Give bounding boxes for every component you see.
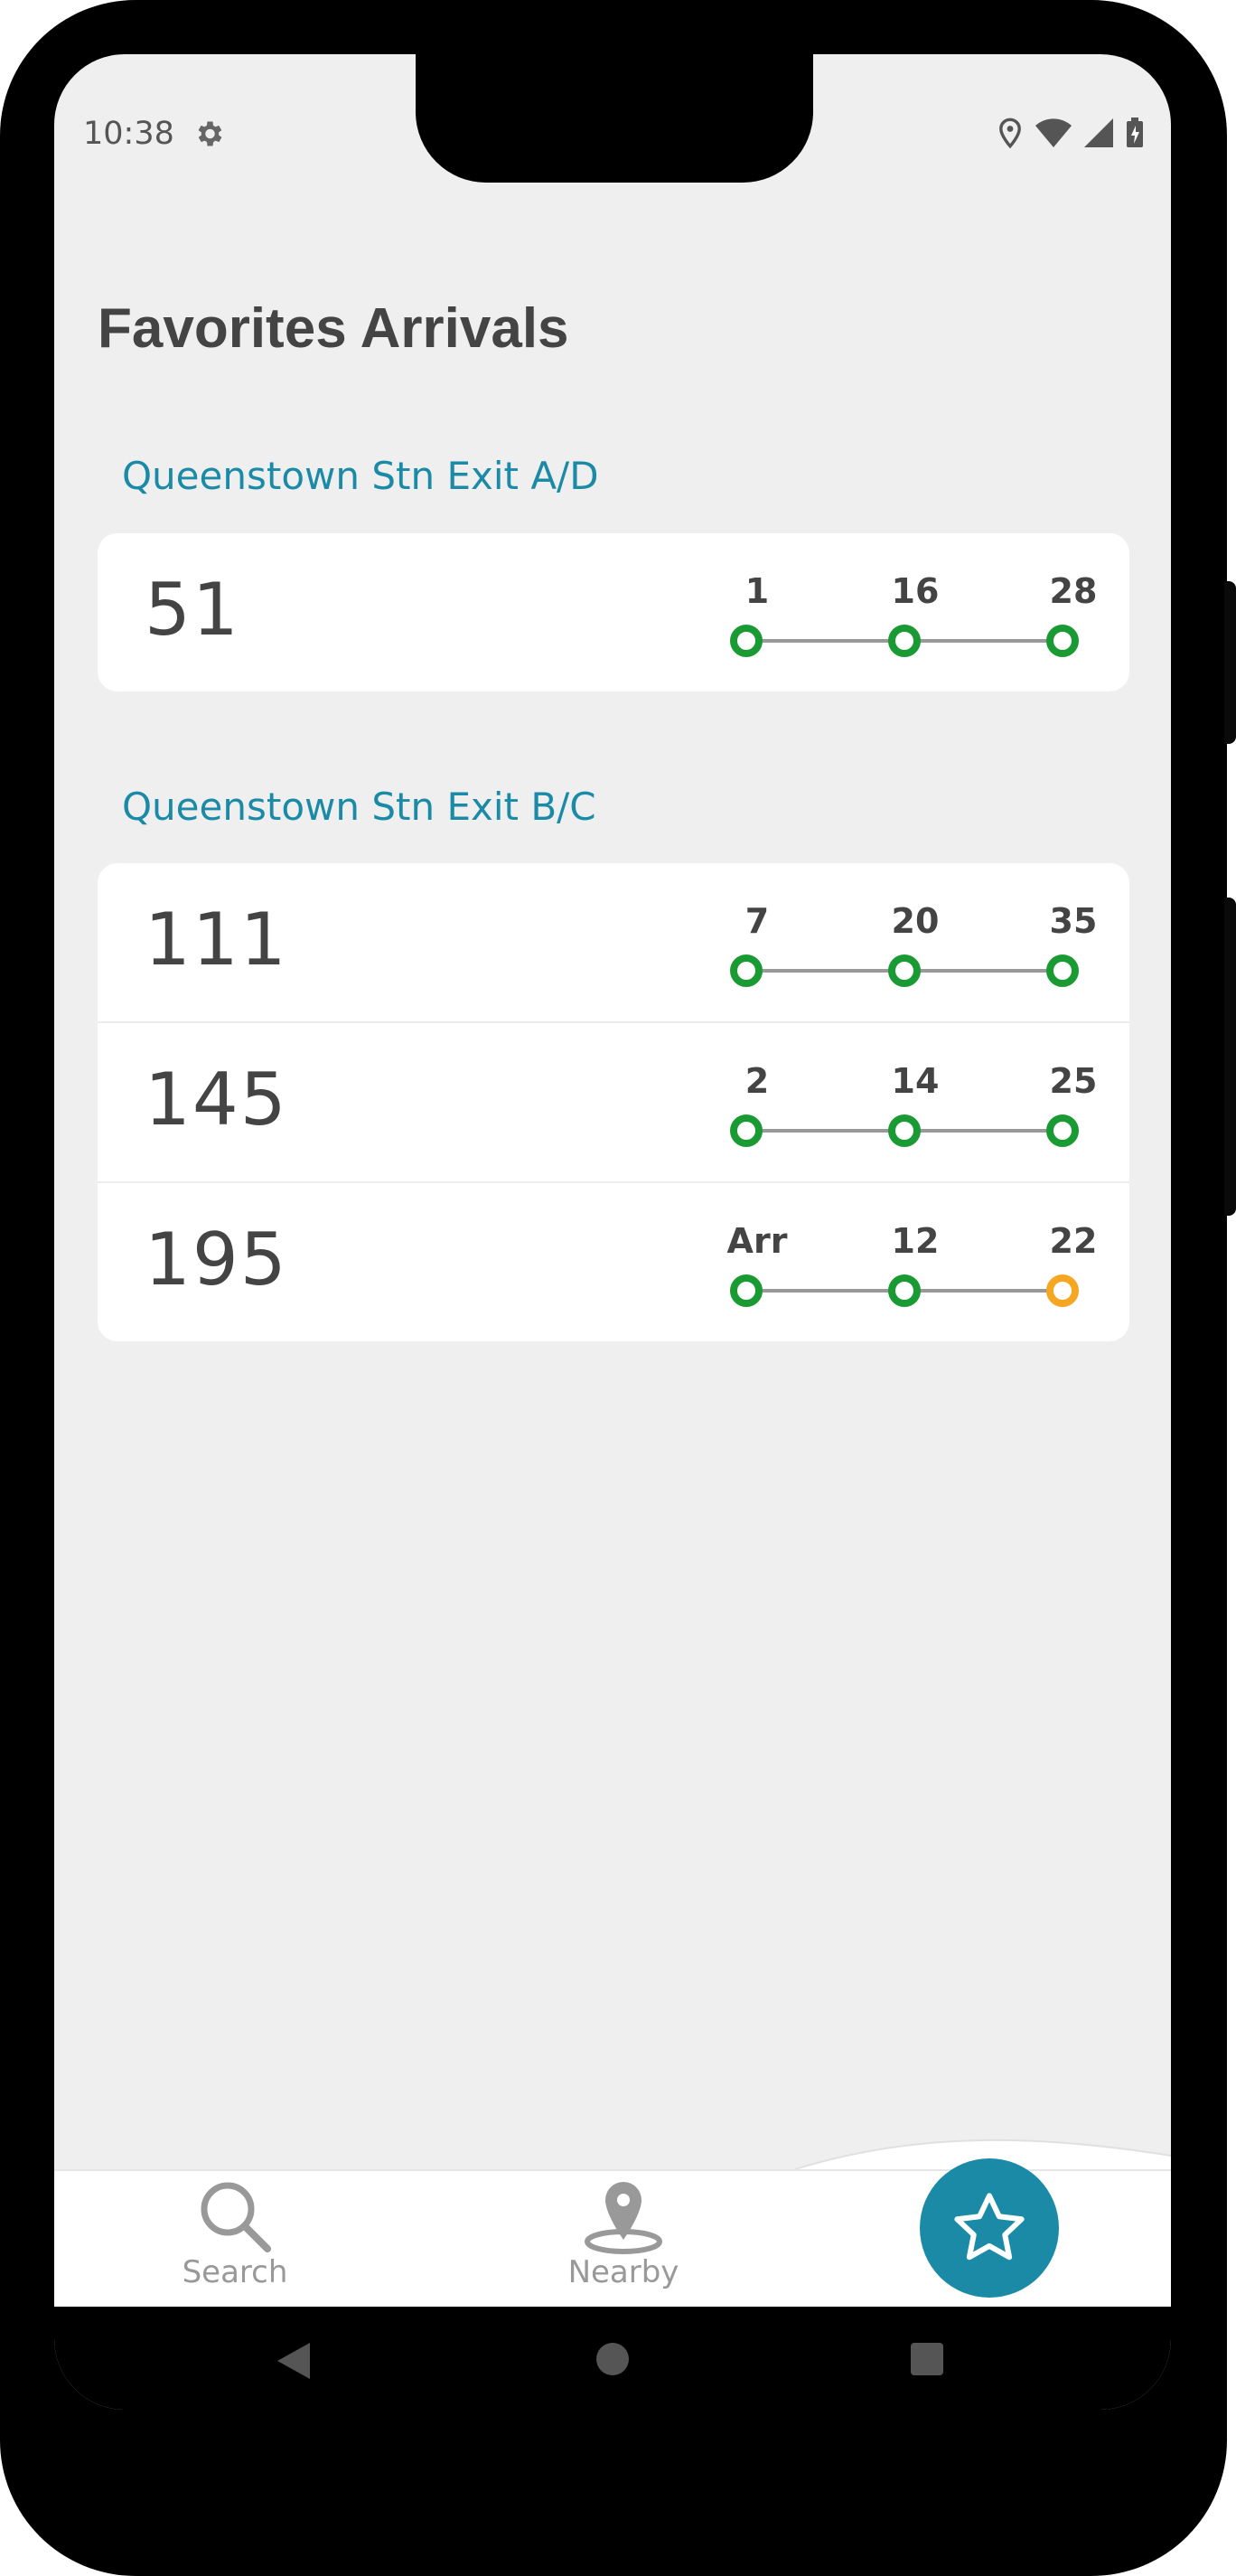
service-row[interactable]: 195 Arr 12 22	[98, 1183, 1129, 1341]
search-icon	[201, 2182, 271, 2252]
status-time: 10:38	[83, 116, 174, 152]
arrival-timeline: 1 16 28	[730, 569, 1097, 669]
arrival-dot	[1046, 954, 1079, 987]
service-row[interactable]: 111 7 20 35	[98, 863, 1129, 1023]
stop-name: Queenstown Stn Exit A/D	[122, 454, 599, 498]
arrival-dot	[1046, 625, 1079, 657]
arrival-dot	[1046, 1114, 1079, 1147]
location-pin-icon	[585, 2182, 662, 2254]
power-button	[1224, 898, 1236, 1216]
arrival-label: 7	[744, 901, 770, 941]
home-icon[interactable]	[596, 2343, 629, 2375]
bus-number: 195	[145, 1217, 288, 1302]
arrival-label: 25	[1049, 1061, 1098, 1101]
arrival-label: 12	[891, 1221, 940, 1261]
page-title: Favorites Arrivals	[98, 297, 569, 360]
arrival-dot-late	[1046, 1274, 1079, 1307]
back-icon[interactable]	[276, 2341, 312, 2381]
arrival-dot	[730, 625, 763, 657]
status-icons	[997, 118, 1144, 148]
arrival-timeline: 7 20 35	[730, 899, 1097, 999]
arrival-timeline: Arr 12 22	[727, 1219, 1097, 1319]
service-row[interactable]: 51 1 16 28	[98, 533, 1129, 691]
service-row[interactable]: 145 2 14 25	[98, 1023, 1129, 1183]
signal-icon	[1084, 118, 1113, 147]
arrival-dot	[730, 954, 763, 987]
arrival-label: Arr	[726, 1221, 788, 1261]
arrival-timeline: 2 14 25	[730, 1059, 1097, 1159]
camera-notch	[416, 54, 813, 183]
screen: 10:38 Favorites Arrivals Queenstown Stn	[54, 54, 1171, 2410]
arrival-label: 1	[744, 571, 770, 611]
stop-card: 51 1 16 28	[98, 533, 1129, 691]
arrival-label: 2	[744, 1061, 770, 1101]
arrival-label: 14	[891, 1061, 940, 1101]
system-nav-bar	[54, 2307, 1171, 2410]
arrival-label: 35	[1049, 901, 1098, 941]
arrival-dot	[888, 954, 921, 987]
wifi-icon	[1035, 118, 1072, 147]
arrival-dot	[730, 1274, 763, 1307]
arrival-label: 22	[1049, 1221, 1098, 1261]
bus-number: 145	[145, 1058, 288, 1142]
arrival-label: 16	[891, 571, 940, 611]
nav-search[interactable]: Search	[172, 2178, 298, 2290]
nav-nearby[interactable]: Nearby	[542, 2178, 705, 2290]
nav-nearby-label: Nearby	[567, 2254, 679, 2290]
recents-icon[interactable]	[911, 2343, 943, 2375]
arrival-label: 28	[1049, 571, 1098, 611]
arrival-dot	[888, 625, 921, 657]
stop-card: 111 7 20 35 145 2 14 25 195 Arr 12 22	[98, 863, 1129, 1341]
gear-icon	[198, 121, 222, 146]
volume-button	[1224, 581, 1236, 744]
phone-frame: 10:38 Favorites Arrivals Queenstown Stn	[0, 0, 1227, 2576]
location-icon	[999, 118, 1021, 148]
arrival-dot	[888, 1274, 921, 1307]
favorites-button[interactable]	[920, 2158, 1059, 2298]
bus-number: 111	[145, 898, 288, 982]
arrival-dot	[888, 1114, 921, 1147]
bus-number: 51	[145, 568, 240, 652]
nav-search-label: Search	[182, 2254, 288, 2290]
arrival-dot	[730, 1114, 763, 1147]
battery-icon	[1127, 118, 1143, 147]
stop-name: Queenstown Stn Exit B/C	[122, 785, 596, 829]
star-icon	[954, 2193, 1025, 2261]
arrival-label: 20	[891, 901, 940, 941]
